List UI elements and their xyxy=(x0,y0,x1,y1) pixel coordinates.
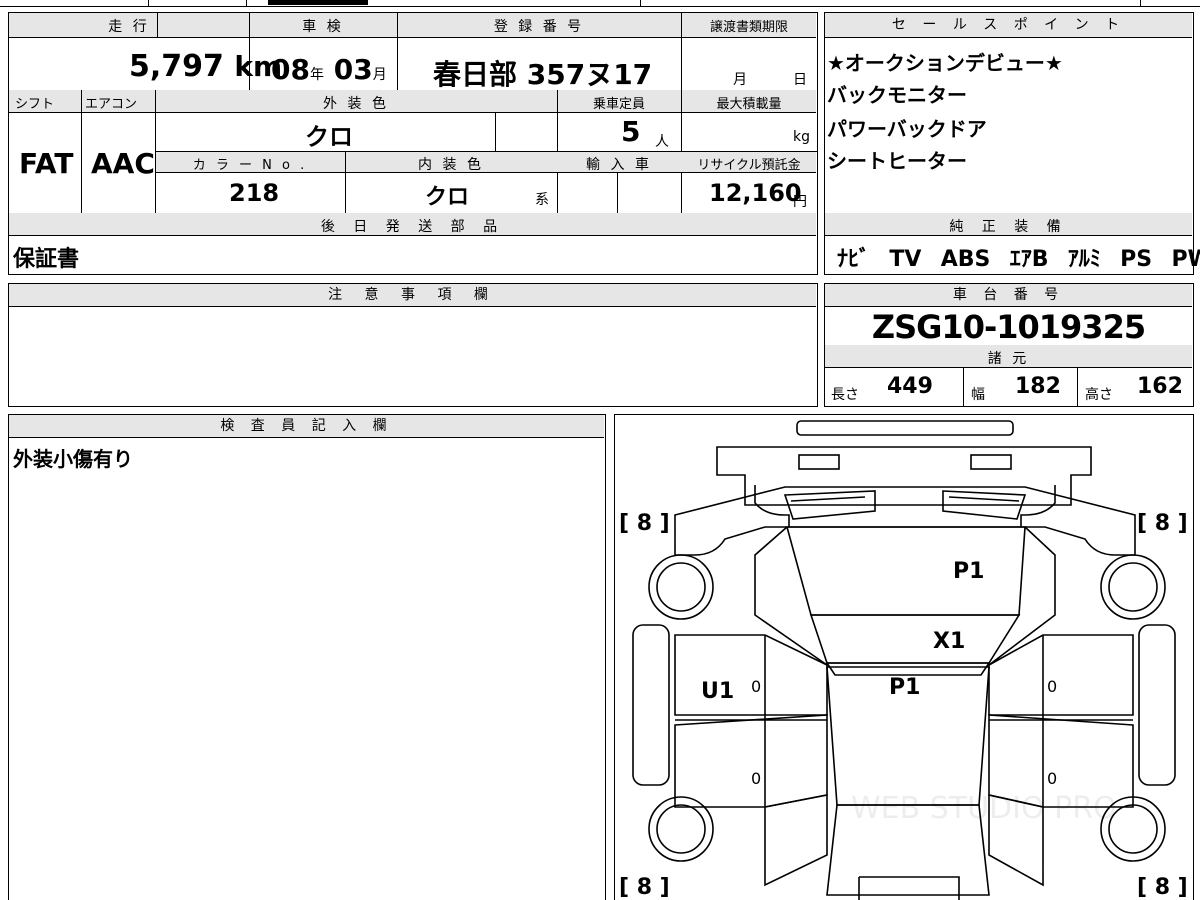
damage-mark-windshield: X1 xyxy=(933,629,966,654)
tire-label-rear-left: [ 8 ] xyxy=(619,511,670,536)
height-label: 高さ xyxy=(1085,387,1113,403)
left-side-sill xyxy=(632,624,670,786)
equipment-tv: TV xyxy=(889,247,922,272)
zero-mark-left-upper: 0 xyxy=(751,677,762,696)
damage-mark-left-door: U1 xyxy=(701,679,735,704)
length-value: 449 xyxy=(887,374,933,399)
registration-label: 登 録 番 号 xyxy=(493,19,585,35)
rear-body-part xyxy=(674,486,1136,556)
wheel-rear-left xyxy=(648,554,714,620)
windshield-part xyxy=(809,614,1021,664)
tire-label-rear-right: [ 8 ] xyxy=(1137,511,1188,536)
tire-label-front-left: [ 8 ] xyxy=(619,875,670,900)
color-no-value: 218 xyxy=(229,179,280,207)
interior-color-label: 内 装 色 xyxy=(418,157,484,173)
tail-lamp-left xyxy=(798,454,840,470)
later-parts-label: 後 日 発 送 部 品 xyxy=(320,219,505,235)
inspection-date-value: 08年 03月 xyxy=(271,53,387,86)
zero-mark-left-lower: 0 xyxy=(751,769,762,788)
equipment-alloy: ｱﾙﾐ xyxy=(1067,247,1101,272)
width-label: 幅 xyxy=(971,387,985,403)
equipment-abs: ABS xyxy=(940,247,991,272)
recycle-value: 12,160 xyxy=(709,179,802,207)
watermark: WEB STUDIO PRO xyxy=(851,791,1117,826)
rear-bumper-part xyxy=(796,420,1014,436)
max-load-label: 最大積載量 xyxy=(716,97,782,112)
genuine-equipment-header: 純 正 装 備 xyxy=(949,219,1068,235)
inspector-header: 検 査 員 記 入 欄 xyxy=(9,415,604,438)
max-load-unit: kg xyxy=(793,129,810,145)
notes-panel: 注 意 事 項 欄 xyxy=(8,283,818,407)
mileage-label: 走 行 xyxy=(108,19,150,35)
right-rear-door xyxy=(988,634,1134,716)
inspector-text: 外装小傷有り xyxy=(13,447,133,471)
shift-value: FAT xyxy=(19,147,74,180)
interior-color-suffix: 系 xyxy=(535,192,549,208)
roof-panel-top xyxy=(785,526,1026,616)
right-side-sill xyxy=(1138,624,1176,786)
transfer-month-unit: 月 xyxy=(733,72,747,88)
chassis-header: 車 台 番 号 xyxy=(825,284,1192,307)
registration-number-value: 春日部 357ヌ17 xyxy=(433,58,653,91)
equipment-pw: PW xyxy=(1171,247,1200,272)
aircon-value: AAC xyxy=(91,147,155,180)
rear-hatch-part xyxy=(716,446,1092,506)
tail-lamp-right xyxy=(970,454,1012,470)
transfer-deadline-label: 譲渡書類期限 xyxy=(709,20,788,35)
vehicle-damage-diagram: [ 8 ] [ 8 ] [ 8 ] [ 8 ] P1 X1 P1 U1 0 0 … xyxy=(614,414,1194,900)
chassis-number: ZSG10-1019325 xyxy=(871,308,1146,346)
mileage-value: 5,797 km xyxy=(129,49,283,84)
sales-point-item: シートヒーター xyxy=(827,149,967,173)
chassis-panel: 車 台 番 号 ZSG10-1019325 諸 元 長さ 449 幅 182 高… xyxy=(824,283,1194,407)
tire-label-front-right: [ 8 ] xyxy=(1137,875,1188,900)
recycle-unit: 円 xyxy=(793,194,807,210)
capacity-unit: 人 xyxy=(655,134,669,150)
recycle-label: リサイクル預託金 xyxy=(697,158,801,173)
left-front-door xyxy=(674,714,828,808)
sales-point-item: パワーバックドア xyxy=(827,117,987,141)
sales-points-panel: セ ー ル ス ポ イ ン ト ★オークションデビュー★ バックモニター パワー… xyxy=(824,12,1200,275)
sales-point-item: バックモニター xyxy=(827,83,967,107)
inspector-panel: 検 査 員 記 入 欄 外装小傷有り xyxy=(8,414,606,900)
shift-label: シフト xyxy=(15,97,55,112)
width-value: 182 xyxy=(1015,374,1061,399)
length-label: 長さ xyxy=(831,387,859,403)
import-label: 輸 入 車 xyxy=(586,157,652,173)
capacity-label: 乗車定員 xyxy=(592,97,645,112)
exterior-color-value: クロ xyxy=(305,123,353,151)
color-no-label: カ ラ ー N o . xyxy=(192,158,308,173)
equipment-navi: ﾅﾋﾞ xyxy=(837,247,871,272)
interior-color-value: クロ xyxy=(425,185,470,210)
damage-mark-roof-top: P1 xyxy=(953,559,985,584)
notes-header: 注 意 事 項 欄 xyxy=(9,284,816,307)
genuine-equipment-list: ﾅﾋﾞ TV ABS ｴｱB ｱﾙﾐ PS PW xyxy=(837,241,1200,273)
wheel-rear-right xyxy=(1100,554,1166,620)
sales-points-header: セ ー ル ス ポ イ ン ト xyxy=(825,13,1192,38)
capacity-value: 5 xyxy=(621,115,641,148)
inspection-label: 車 検 xyxy=(302,19,344,35)
equipment-ps: PS xyxy=(1120,247,1153,272)
equipment-airbag: ｴｱB xyxy=(1009,247,1049,272)
transfer-day-unit: 日 xyxy=(793,72,807,88)
sales-point-item: ★オークションデビュー★ xyxy=(827,51,1063,75)
exterior-color-label: 外 装 色 xyxy=(323,96,389,112)
damage-mark-center: P1 xyxy=(889,675,921,700)
top-strip xyxy=(0,0,1200,8)
zero-mark-right-lower: 0 xyxy=(1047,769,1058,788)
later-parts-value: 保証書 xyxy=(13,247,80,272)
height-value: 162 xyxy=(1137,374,1183,399)
zero-mark-right-upper: 0 xyxy=(1047,677,1058,696)
aircon-label: エアコン xyxy=(85,97,138,112)
specs-header: 諸 元 xyxy=(987,351,1030,367)
main-info-table: 走 行 車 検 登 録 番 号 譲渡書類期限 5,797 km 08年 03月 … xyxy=(8,12,818,275)
left-rear-door xyxy=(674,634,828,716)
rear-quarter-lines xyxy=(754,485,1056,527)
